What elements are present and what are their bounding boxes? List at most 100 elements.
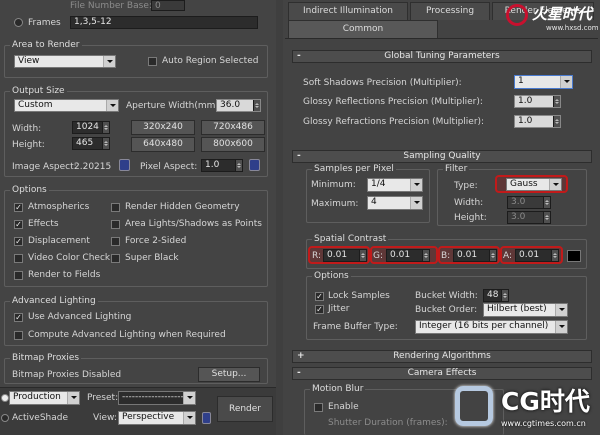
spinner-icon[interactable] [102,138,109,149]
height-field[interactable]: 465 [72,137,110,150]
use-advanced-lighting-checkbox[interactable]: ✓ [14,313,23,322]
rendering-algorithms-title: Rendering Algorithms [393,351,491,361]
preset-320x240-button[interactable]: 320x240 [131,120,195,135]
soft-shadows-select[interactable]: 1 [514,75,573,89]
spatial-a-label: A: [503,251,513,261]
maximum-select[interactable]: 4 [367,196,423,210]
tab-common[interactable]: Common [288,20,438,38]
option-checkbox-atmospherics[interactable]: ✓ [14,203,23,212]
aperture-value: 36.0 [220,100,241,110]
option-checkbox-displacement[interactable]: ✓ [14,237,23,246]
spinner-icon[interactable] [102,122,109,133]
spatial-b-field[interactable]: 0.01 [453,249,497,262]
spinner-icon[interactable] [553,96,560,107]
spinner-icon[interactable] [422,250,429,261]
spinner-icon[interactable] [553,116,560,127]
aperture-field[interactable]: 36.0 [216,99,261,112]
option-checkbox-force-2-sided[interactable] [111,237,120,246]
spinner-icon[interactable] [543,197,550,208]
output-size-preset-select[interactable]: Custom [14,99,119,112]
lock-aspect-icon[interactable] [119,159,130,171]
lock-samples-checkbox[interactable]: ✓ [315,292,324,301]
area-to-render-select[interactable]: View [14,55,116,68]
filter-width-field[interactable]: 3.0 [507,196,551,209]
shutter-duration-label: Shutter Duration (frames): [328,418,448,428]
pixel-aspect-field[interactable]: 1.0 [201,159,243,172]
frame-buffer-select[interactable]: Integer (16 bits per channel) [415,320,568,334]
tab-processing[interactable]: Processing [410,2,490,20]
tab-indirect-illumination[interactable]: Indirect Illumination [288,2,408,20]
motion-blur-enable-checkbox[interactable] [314,403,323,412]
spinner-icon[interactable] [235,160,242,171]
width-value: 1024 [76,122,99,132]
chevron-down-icon [555,321,567,333]
global-tuning-rollout[interactable]: - Global Tuning Parameters [292,50,592,63]
file-number-base-field[interactable]: 0 [151,0,185,11]
activeshade-radio[interactable] [1,414,9,422]
contrast-color-swatch[interactable] [567,250,581,262]
chevron-down-icon [67,392,79,404]
minimum-value: 1/4 [371,179,386,189]
height-label: Height: [12,140,45,150]
production-select[interactable]: Production [9,391,80,405]
minimum-select[interactable]: 1/4 [367,178,423,192]
glossy-refractions-field[interactable]: 1.0 [514,115,561,128]
option-checkbox-render-to-fields[interactable] [14,271,23,280]
spatial-contrast-group: Spatial Contrast R: 0.01 G: 0.01 B: 0.01… [306,234,587,269]
render-button[interactable]: Render [217,396,273,422]
glossy-reflections-value: 1.0 [518,96,533,106]
spinner-icon[interactable] [543,212,550,223]
lock-view-icon[interactable] [202,412,211,424]
watermark-top: 火星时代 www.hxsd.com [506,2,599,36]
filter-height-field[interactable]: 3.0 [507,211,551,224]
filter-type-select[interactable]: Gauss [506,178,562,191]
spinner-icon[interactable] [359,250,366,261]
spatial-a-field[interactable]: 0.01 [515,249,559,262]
sampling-options-group: Options ✓ Lock Samples ✓ Jitter Bucket W… [306,271,587,340]
chevron-down-icon [410,197,422,209]
option-checkbox-area-lights[interactable] [111,220,120,229]
jitter-checkbox[interactable]: ✓ [315,305,324,314]
option-checkbox-video-color-check[interactable] [14,254,23,263]
rendering-algorithms-rollout[interactable]: + Rendering Algorithms [292,350,592,363]
width-field[interactable]: 1024 [72,121,110,134]
lock-samples-label: Lock Samples [328,291,390,301]
preset-select[interactable]: -------------------- [118,391,196,405]
glossy-reflections-field[interactable]: 1.0 [514,95,561,108]
option-checkbox-effects[interactable]: ✓ [14,220,23,229]
chevron-down-icon [549,179,561,190]
compute-advanced-lighting-checkbox[interactable] [14,331,23,340]
bitmap-proxies-title: Bitmap Proxies [10,353,82,364]
filter-type-value: Gauss [510,179,538,189]
pixel-aspect-label: Pixel Aspect: [140,162,198,172]
bitmap-proxies-setup-button[interactable]: Setup... [198,367,260,382]
lock-pixel-aspect-icon[interactable] [249,159,260,171]
production-radio[interactable] [1,394,9,402]
option-checkbox-render-hidden[interactable] [111,203,120,212]
samples-per-pixel-title: Samples per Pixel [312,164,396,175]
global-tuning-title: Global Tuning Parameters [384,51,500,61]
spatial-r-field[interactable]: 0.01 [323,249,367,262]
option-checkbox-super-black[interactable] [111,254,120,263]
bucket-order-select[interactable]: Hilbert (best) [483,303,568,317]
preset-640x480-button[interactable]: 640x480 [131,137,195,152]
sampling-quality-rollout[interactable]: - Sampling Quality [292,150,592,163]
watermark-bottom-url: www.cgtimes.com.cn [501,419,586,428]
camera-effects-rollout[interactable]: - Camera Effects [292,367,592,380]
view-select[interactable]: Perspective [118,411,196,425]
spatial-b-value: 0.01 [457,250,478,260]
preset-720x486-button[interactable]: 720x486 [201,120,265,135]
spinner-icon[interactable] [501,290,508,301]
filter-height-label: Height: [454,213,487,223]
spinner-icon[interactable] [253,100,260,111]
auto-region-checkbox[interactable] [148,57,157,66]
preset-800x600-button[interactable]: 800x600 [201,137,265,152]
frames-field[interactable]: 1,3,5-12 [70,16,258,29]
filter-width-label: Width: [454,198,484,208]
bucket-width-field[interactable]: 48 [483,289,509,302]
spatial-g-field[interactable]: 0.01 [386,249,430,262]
soft-shadows-value: 1 [518,76,524,86]
spinner-icon[interactable] [489,250,496,261]
spinner-icon[interactable] [551,250,558,261]
frames-radio[interactable] [14,18,23,27]
